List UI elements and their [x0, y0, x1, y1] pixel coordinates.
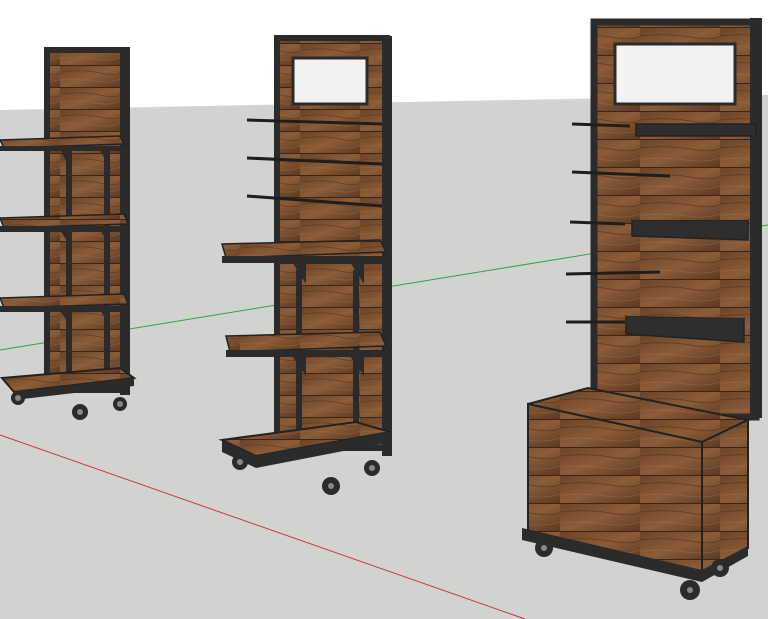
caster-wheel [535, 539, 553, 557]
shelf[interactable] [631, 216, 749, 241]
caster-wheel [232, 454, 248, 470]
caster-wheel [72, 404, 88, 420]
header-sign-panel[interactable] [613, 42, 737, 106]
3d-scene[interactable] [0, 0, 768, 619]
caster-wheel [680, 580, 700, 600]
sketchup-viewport[interactable] [0, 0, 768, 619]
side-post [750, 18, 762, 418]
caster-wheel [322, 477, 340, 495]
header-sign-panel[interactable] [291, 56, 369, 106]
shelf-upright [104, 150, 110, 380]
shelf-upright [66, 150, 72, 380]
caster-wheel [113, 397, 127, 411]
caster-wheel [11, 391, 25, 405]
caster-wheel [711, 559, 729, 577]
shelf[interactable] [635, 123, 757, 137]
caster-wheel [364, 460, 380, 476]
